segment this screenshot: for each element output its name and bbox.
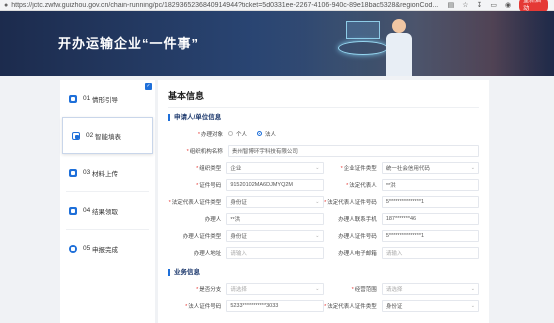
hologram-screen bbox=[346, 21, 380, 39]
scope-select[interactable]: 请选择 ⌄ bbox=[381, 282, 479, 295]
field-label: 办理人证件号码 bbox=[338, 233, 377, 240]
radio-dot bbox=[257, 131, 263, 136]
field-label: *办理对象 bbox=[197, 131, 223, 138]
upload-icon bbox=[69, 168, 77, 177]
step-result[interactable]: 04 结果领取 bbox=[60, 192, 155, 229]
step-label: 结果领取 bbox=[92, 208, 119, 216]
field-label: 办理人电子邮箱 bbox=[338, 250, 377, 257]
agent-field[interactable]: **洪 bbox=[226, 212, 324, 225]
applicant-subtitle: 申请人/单位信息 bbox=[168, 114, 479, 121]
page-banner: 开办运输企业“一件事” bbox=[0, 11, 554, 76]
chevron-down-icon: ⌄ bbox=[470, 164, 475, 171]
section-title: 基本信息 bbox=[168, 89, 479, 108]
page-gutter bbox=[489, 80, 554, 323]
form-row: 办理人地址 请输入 办理人电子邮箱 请输入 bbox=[168, 244, 479, 261]
agent-id-type-select[interactable]: 身份证 ⌄ bbox=[226, 229, 324, 242]
bookmark-icon[interactable]: ☆ bbox=[462, 1, 468, 9]
step-sidebar: 01 情形引导 ✓ 02 智能填表 03 材料上传 04 结果领取 05 申报完… bbox=[60, 80, 155, 323]
step-label: 情形引导 bbox=[92, 96, 119, 104]
step-guide[interactable]: 01 情形引导 ✓ bbox=[60, 80, 155, 117]
radio-legal[interactable]: 法人 bbox=[257, 130, 276, 138]
field-label: *是否分支 bbox=[196, 286, 222, 293]
field-label: *法定代表人证件类型 bbox=[324, 303, 377, 310]
field-label: *法定代表人证件号码 bbox=[324, 199, 377, 206]
browser-address-bar: ● https://jctc.zwfw.guizhou.gov.cn/chain… bbox=[0, 0, 554, 13]
step-label: 智能填表 bbox=[95, 133, 122, 141]
complete-icon bbox=[69, 244, 77, 253]
step-upload[interactable]: 03 材料上传 bbox=[60, 154, 155, 191]
agent-phone-field[interactable]: 187*******46 bbox=[381, 212, 479, 225]
form-row: *法定代表人证件类型 身份证 ⌄ *法定代表人证件号码 5************… bbox=[168, 193, 479, 210]
legal-id-no-field-2[interactable]: 5233***********3033 bbox=[226, 299, 324, 312]
legal-rep-field[interactable]: **洪 bbox=[381, 178, 479, 191]
chevron-down-icon: ⌄ bbox=[470, 302, 475, 309]
field-label: 办理人证件类型 bbox=[182, 233, 222, 240]
step-label: 材料上传 bbox=[92, 170, 119, 178]
field-label: 办理人地址 bbox=[193, 250, 222, 257]
field-label: *企业证件类型 bbox=[340, 165, 377, 172]
check-icon: ✓ bbox=[145, 83, 152, 90]
legal-id-type-select-2[interactable]: 身份证 ⌄ bbox=[381, 299, 479, 312]
agent-address-field[interactable]: 请输入 bbox=[226, 246, 324, 259]
step-label: 申报完成 bbox=[92, 246, 119, 254]
agent-email-field[interactable]: 请输入 bbox=[381, 246, 479, 259]
guide-icon bbox=[69, 94, 77, 103]
chevron-down-icon: ⌄ bbox=[315, 285, 320, 292]
step-num: 01 bbox=[83, 95, 91, 102]
step-form[interactable]: 02 智能填表 bbox=[62, 117, 153, 154]
cert-no-field[interactable]: 91520102MA6DJMYQ2M bbox=[226, 178, 324, 191]
illustration-person-head bbox=[392, 19, 406, 33]
field-label: *法定代表人 bbox=[346, 182, 377, 189]
translate-icon[interactable]: ▤ bbox=[448, 1, 455, 9]
org-type-select[interactable]: 企业 ⌄ bbox=[226, 161, 324, 174]
page-title: 开办运输企业“一件事” bbox=[58, 36, 200, 51]
form-row: *组织类型 企业 ⌄ *企业证件类型 统一社会信用代码 ⌄ bbox=[168, 159, 479, 176]
lock-icon: ● bbox=[4, 1, 9, 9]
field-label: *法定代表人证件类型 bbox=[168, 199, 222, 206]
business-subtitle: 业务信息 bbox=[168, 269, 479, 276]
chevron-down-icon: ⌄ bbox=[315, 164, 320, 171]
org-name-field[interactable]: 贵州智博环宇科技有限公司 bbox=[227, 144, 479, 157]
chevron-down-icon: ⌄ bbox=[315, 198, 320, 205]
step-num: 02 bbox=[86, 132, 94, 139]
form-row: *办理对象 个人 法人 bbox=[168, 125, 479, 142]
form-row: *法人证件号码 5233***********3033 *法定代表人证件类型 身… bbox=[168, 297, 479, 314]
field-label: *经营范围 bbox=[351, 286, 377, 293]
step-num: 05 bbox=[83, 245, 91, 252]
chevron-down-icon: ⌄ bbox=[470, 285, 475, 292]
form-row: 办理人证件类型 身份证 ⌄ 办理人证件号码 5***************1 bbox=[168, 227, 479, 244]
radio-personal[interactable]: 个人 bbox=[228, 130, 247, 138]
form-row: *组织机构名称 贵州智博环宇科技有限公司 bbox=[168, 142, 479, 159]
legal-id-no-field[interactable]: 5***************1 bbox=[381, 195, 479, 208]
handler-radio-group: 个人 法人 bbox=[228, 130, 276, 138]
field-label: *组织类型 bbox=[196, 165, 222, 172]
step-num: 04 bbox=[83, 207, 91, 214]
field-label: *法人证件号码 bbox=[185, 303, 222, 310]
profile-icon[interactable]: ◉ bbox=[505, 1, 511, 9]
form-panel: 基本信息 申请人/单位信息 *办理对象 个人 法人 *组织机构名称 贵州智博环宇… bbox=[158, 80, 489, 323]
field-label: 办理人 bbox=[204, 216, 222, 223]
sidebar-icon[interactable]: ▭ bbox=[490, 1, 497, 9]
field-label: *证件号码 bbox=[196, 182, 222, 189]
field-label: *组织机构名称 bbox=[186, 148, 223, 155]
step-complete[interactable]: 05 申报完成 bbox=[60, 230, 155, 267]
download-icon[interactable]: ↧ bbox=[477, 1, 483, 9]
form-row: 办理人 **洪 办理人联系手机 187*******46 bbox=[168, 210, 479, 227]
form-row: *证件号码 91520102MA6DJMYQ2M *法定代表人 **洪 bbox=[168, 176, 479, 193]
form-row: *是否分支 请选择 ⌄ *经营范围 请选择 ⌄ bbox=[168, 280, 479, 297]
result-icon bbox=[69, 206, 77, 215]
chevron-down-icon: ⌄ bbox=[315, 232, 320, 239]
field-label: 办理人联系手机 bbox=[338, 216, 377, 223]
hologram-ring bbox=[338, 41, 388, 55]
agent-id-no-field[interactable]: 5***************1 bbox=[381, 229, 479, 242]
cert-type-select[interactable]: 统一社会信用代码 ⌄ bbox=[381, 161, 479, 174]
illustration-person-body bbox=[386, 33, 412, 76]
form-icon bbox=[72, 131, 80, 140]
radio-dot bbox=[228, 131, 233, 136]
branch-select[interactable]: 请选择 ⌄ bbox=[226, 282, 324, 295]
step-num: 03 bbox=[83, 169, 91, 176]
url-field[interactable]: https://jctc.zwfw.guizhou.gov.cn/chain-r… bbox=[11, 2, 447, 9]
legal-id-type-select[interactable]: 身份证 ⌄ bbox=[226, 195, 324, 208]
